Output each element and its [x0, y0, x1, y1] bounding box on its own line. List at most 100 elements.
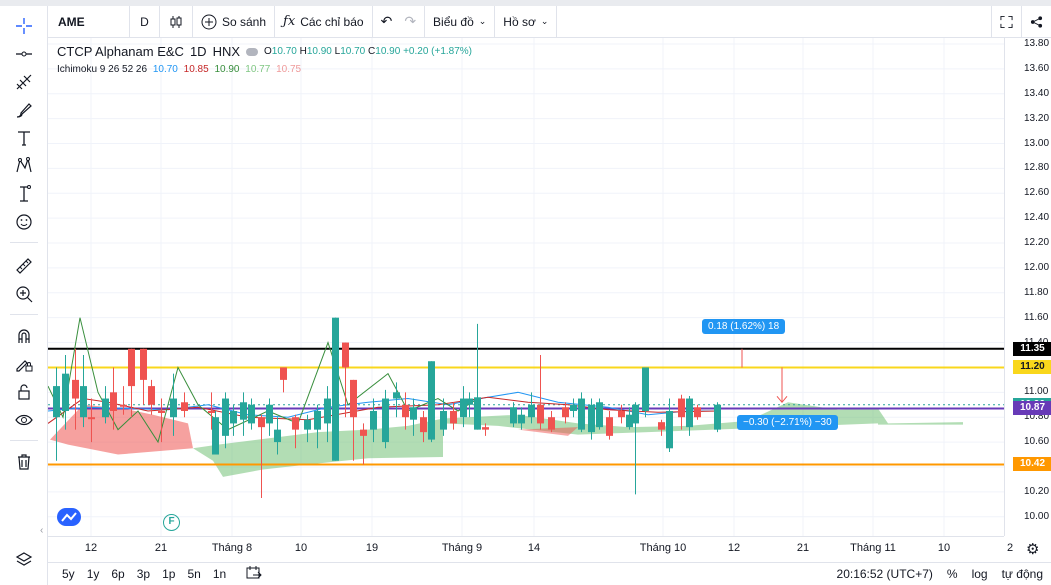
eye-icon[interactable] — [12, 408, 36, 432]
line-icon[interactable] — [12, 42, 36, 66]
range-6p[interactable]: 6p — [105, 567, 130, 581]
measure-label-up[interactable]: 0.18 (1.62%) 18 — [702, 319, 786, 334]
candle-body — [694, 407, 701, 418]
measure-label-down[interactable]: −0.30 (−2.71%) −30 — [737, 415, 838, 430]
lock-icon[interactable] — [12, 380, 36, 404]
candle-body — [382, 398, 389, 443]
financials-badge[interactable]: F — [163, 514, 180, 531]
collapse-toolbar-icon[interactable]: ‹ — [40, 525, 43, 536]
range-5n[interactable]: 5n — [181, 567, 206, 581]
gear-icon[interactable]: ⚙ — [1026, 540, 1039, 558]
candles-icon — [170, 15, 182, 28]
candle-body — [181, 402, 188, 411]
pattern-icon[interactable] — [12, 154, 36, 178]
candle-body — [332, 317, 339, 461]
candle-body — [632, 404, 639, 424]
price-tick: 11.00 — [1024, 386, 1049, 398]
chart-menu-button[interactable]: Biểu đồ ⌄ — [425, 5, 496, 38]
candle-body — [466, 398, 473, 405]
fib-icon[interactable] — [12, 70, 36, 94]
price-badge: 11.20 — [1013, 360, 1051, 375]
candle-body — [342, 342, 349, 368]
layers-icon[interactable] — [12, 548, 36, 572]
indicator-legend[interactable]: Ichimoku 9 26 52 26 10.70 10.85 10.90 10… — [57, 64, 301, 75]
legend-interval: 1D — [189, 44, 207, 59]
bottom-bar: 5y 1y 6p 3p 1p 5n 1n 20:16:52 (UTC+7) % … — [48, 562, 1051, 585]
auto-toggle[interactable]: tự động — [1002, 567, 1043, 581]
ruler-icon[interactable] — [12, 254, 36, 278]
indicator-value: 10.75 — [276, 64, 302, 75]
range-3p[interactable]: 3p — [131, 567, 156, 581]
percent-toggle[interactable]: % — [947, 567, 958, 581]
candle-body — [642, 367, 649, 411]
candle-body — [714, 404, 721, 430]
candle-body — [80, 386, 87, 418]
price-axis[interactable]: 13.80 13.60 13.40 13.20 13.00 12.80 12.60 12.40… — [1004, 38, 1051, 536]
lock-draw-icon[interactable] — [12, 352, 36, 376]
time-tick: 10 — [294, 542, 308, 554]
candle-body — [518, 414, 525, 424]
crosshair-icon[interactable] — [12, 14, 36, 38]
candle-body — [678, 398, 685, 418]
undo-icon[interactable]: ↶ — [381, 13, 393, 30]
trash-icon[interactable] — [12, 450, 36, 474]
log-toggle[interactable]: log — [972, 567, 988, 581]
time-tick: Tháng 8 — [211, 542, 253, 554]
interval-button[interactable]: D — [130, 5, 160, 38]
tradingview-logo[interactable] — [57, 508, 81, 526]
emoji-icon[interactable] — [12, 210, 36, 234]
goto-date-icon[interactable] — [246, 565, 262, 583]
drawing-toolbar — [0, 6, 48, 585]
compare-button[interactable]: So sánh — [193, 5, 276, 38]
zoom-icon[interactable] — [12, 282, 36, 306]
candle-body — [88, 417, 95, 420]
high-value: 10.90 — [306, 46, 332, 57]
indicator-value: 10.90 — [214, 64, 240, 75]
price-tick: 11.60 — [1024, 311, 1049, 323]
share-button[interactable] — [1021, 5, 1051, 38]
chevron-down-icon: ⌄ — [478, 16, 487, 26]
symbol-legend: CTCP Alphanam E&C 1D HNX O10.70 H10.90 L… — [57, 44, 472, 59]
candle-body — [393, 392, 400, 399]
candle-body — [370, 410, 377, 430]
candle-body — [208, 410, 215, 413]
brush-icon[interactable] — [12, 98, 36, 122]
hide-series-icon[interactable] — [246, 47, 259, 56]
time-tick: 19 — [365, 542, 379, 554]
price-badge: 10.87 — [1013, 401, 1051, 416]
candle-body — [120, 404, 127, 407]
range-1p[interactable]: 1p — [156, 567, 181, 581]
fullscreen-icon — [1000, 15, 1013, 28]
text-icon[interactable] — [12, 126, 36, 150]
price-tick: 10.60 — [1024, 436, 1050, 448]
range-5y[interactable]: 5y — [56, 567, 81, 581]
candle-body — [170, 398, 177, 418]
indicators-button[interactable]: ƒx Các chỉ báo — [275, 5, 373, 38]
plus-circle-icon — [201, 14, 217, 29]
chart-pane[interactable]: 0.18 (1.62%) 18 −0.30 (−2.71%) −30 — [47, 38, 1011, 536]
time-axis[interactable]: 12 21 Tháng 8 10 19 Tháng 9 14 Tháng 10 12 21 Thán… — [48, 536, 1013, 560]
chart-menu-label: Biểu đồ — [433, 14, 474, 29]
measure-icon[interactable] — [12, 182, 36, 206]
indicator-value: 10.70 — [152, 64, 178, 75]
toolbar-divider — [10, 242, 38, 243]
candle-body — [686, 398, 693, 428]
ohlc-values: O10.70 H10.90 L10.70 C10.90 +0.20 (+1.87… — [264, 46, 472, 57]
candle-body — [140, 348, 147, 380]
symbol-search[interactable]: AME — [48, 5, 130, 38]
time-tick: Tháng 10 — [639, 542, 687, 554]
fx-icon: ƒx — [283, 14, 296, 29]
company-name: CTCP Alphanam E&C — [57, 44, 184, 59]
range-1y[interactable]: 1y — [81, 567, 106, 581]
profile-menu-button[interactable]: Hồ sơ ⌄ — [495, 5, 558, 38]
range-1n[interactable]: 1n — [207, 567, 232, 581]
indicators-label: Các chỉ báo — [300, 14, 364, 29]
price-tick: 13.60 — [1024, 62, 1050, 74]
candle-body — [258, 417, 265, 428]
redo-icon[interactable]: ↷ — [404, 13, 416, 30]
chart-style-button[interactable] — [160, 5, 193, 38]
candle-body — [128, 348, 135, 387]
fullscreen-button[interactable] — [991, 5, 1021, 38]
magnet-icon[interactable] — [12, 324, 36, 348]
price-chart[interactable] — [47, 38, 1011, 536]
